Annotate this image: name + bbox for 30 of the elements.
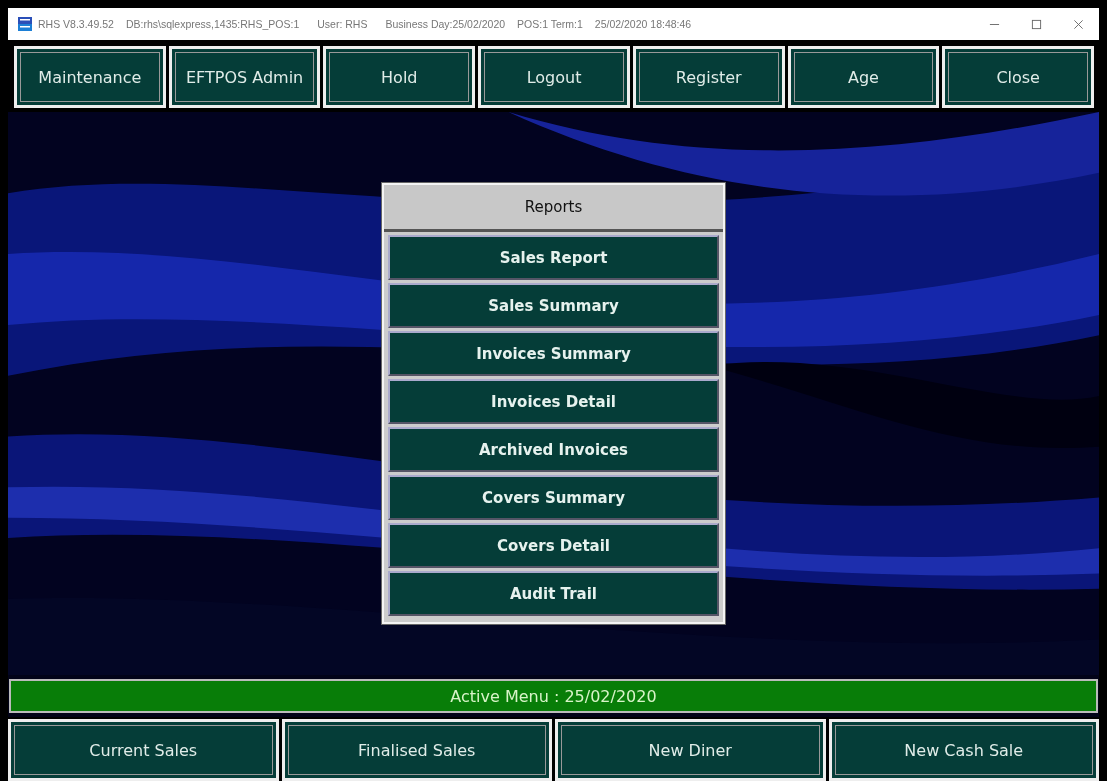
window-title: Business Day:25/02/2020 (385, 18, 506, 30)
action-button[interactable]: Finalised Sales (281, 719, 552, 781)
action-button[interactable]: Current Sales (8, 719, 279, 781)
toolbar-button[interactable]: Age (787, 46, 940, 108)
menu-item[interactable]: Invoices Summary (388, 331, 719, 376)
action-button[interactable]: New Diner (555, 719, 826, 781)
menu-item[interactable]: Covers Summary (388, 475, 719, 520)
toolbar-button[interactable]: Logout (478, 46, 630, 108)
close-icon (1072, 18, 1084, 30)
menu-item[interactable]: Archived Invoices (388, 427, 719, 472)
toolbar-button[interactable]: Close (942, 46, 1095, 108)
menu-item[interactable]: Audit Trail (388, 571, 719, 616)
menu-item[interactable]: Covers Detail (388, 523, 719, 568)
menu-item[interactable]: Invoices Detail (388, 379, 719, 424)
window-title: DB:rhs\sqlexpress,1435:RHS_POS:1 (125, 18, 300, 30)
window-title: 25/02/2020 18:48:46 (594, 18, 692, 30)
status-bar: Active Menu : 25/02/2020 (9, 679, 1098, 713)
toolbar-button[interactable]: EFTPOS Admin (168, 46, 321, 108)
toolbar-button[interactable]: Maintenance (14, 46, 166, 108)
toolbar-button[interactable]: Hold (323, 46, 476, 108)
app-icon (18, 17, 32, 31)
menu-title: Reports (384, 185, 723, 232)
window-title: RHS V8.3.49.52 (38, 18, 114, 30)
window-title: POS:1 Term:1 (517, 18, 583, 30)
toolbar-button[interactable]: Register (632, 46, 785, 108)
menu-item[interactable]: Sales Report (388, 235, 719, 280)
maximize-icon (1030, 18, 1042, 30)
window-title: User: RHS (317, 18, 368, 30)
menu-item[interactable]: Sales Summary (388, 283, 719, 328)
action-button[interactable]: New Cash Sale (828, 719, 1099, 781)
